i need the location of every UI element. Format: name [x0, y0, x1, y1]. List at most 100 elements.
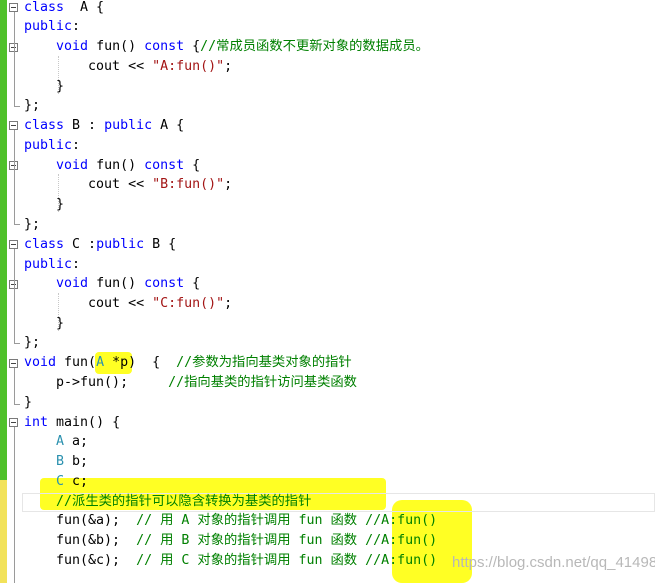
code-line[interactable]: fun(&b); // 用 B 对象的指针调用 fun 函数 //A:fun()	[24, 531, 437, 550]
keyword-token: class	[24, 118, 65, 133]
code-token: fun(&a);	[24, 513, 137, 528]
fold-toggle-class-c[interactable]	[9, 240, 18, 249]
code-token: ;	[224, 59, 233, 74]
code-line[interactable]: B b;	[24, 452, 88, 471]
code-line[interactable]: };	[24, 333, 40, 352]
fold-guide	[14, 130, 15, 224]
code-token: a;	[64, 434, 89, 449]
code-line[interactable]: }	[24, 77, 64, 96]
keyword-token: const	[144, 158, 185, 173]
code-line[interactable]: void fun() const {//常成员函数不更新对象的数据成员。	[24, 37, 429, 56]
code-token: cout <<	[24, 177, 153, 192]
code-line[interactable]: public:	[24, 136, 80, 155]
comment-token: //指向基类的指针访问基类函数	[168, 375, 357, 390]
code-line[interactable]: void fun() const {	[24, 156, 200, 175]
code-token: };	[24, 217, 41, 232]
code-token: :	[72, 257, 81, 272]
code-line[interactable]: fun(&c); // 用 C 对象的指针调用 fun 函数 //A:fun()	[24, 551, 437, 570]
comment-token: // 用 B 对象的指针调用 fun 函数 //A:fun()	[136, 533, 438, 548]
code-line[interactable]: }	[24, 195, 64, 214]
keyword-token: void	[56, 39, 89, 54]
code-line[interactable]: cout << "A:fun()";	[24, 57, 232, 76]
code-line[interactable]: class C :public B {	[24, 235, 176, 254]
code-token: cout <<	[24, 59, 153, 74]
code-token: :	[72, 19, 81, 34]
comment-token: // 用 C 对象的指针调用 fun 函数 //A:fun()	[136, 553, 438, 568]
code-token: fun()	[88, 158, 145, 173]
code-token: };	[24, 98, 41, 113]
code-token: fun()	[88, 276, 145, 291]
keyword-token: public	[96, 237, 145, 252]
code-token: }	[24, 395, 33, 410]
fold-guide-end	[14, 404, 20, 405]
code-line[interactable]: int main() {	[24, 413, 120, 432]
code-line[interactable]: void fun() const {	[24, 274, 200, 293]
code-line[interactable]: };	[24, 215, 40, 234]
code-token: }	[24, 79, 65, 94]
fold-guide	[14, 249, 15, 343]
code-line[interactable]: cout << "C:fun()";	[24, 294, 232, 313]
code-line[interactable]: A a;	[24, 432, 88, 451]
comment-token: //参数为指向基类对象的指针	[176, 355, 352, 370]
keyword-token: int	[24, 415, 49, 430]
code-token: };	[24, 335, 41, 350]
type-token: A	[96, 355, 105, 370]
string-token: "B:fun()"	[152, 177, 225, 192]
fold-guide	[14, 427, 15, 583]
code-line[interactable]: void fun(A *p) { //参数为指向基类对象的指针	[24, 353, 352, 372]
code-token: main() {	[48, 415, 121, 430]
code-token: fun(	[56, 355, 97, 370]
type-token: C	[56, 474, 65, 489]
keyword-token: public	[104, 118, 153, 133]
code-line[interactable]: C c;	[24, 472, 88, 491]
code-token: p->fun();	[24, 375, 169, 390]
code-line[interactable]: }	[24, 314, 64, 333]
type-token: A	[56, 434, 65, 449]
code-token: A {	[152, 118, 185, 133]
code-token: {	[184, 39, 201, 54]
keyword-token: const	[144, 39, 185, 54]
keyword-token: class	[24, 237, 65, 252]
fold-guide	[14, 368, 15, 404]
code-token: fun(&b);	[24, 533, 137, 548]
code-line[interactable]: };	[24, 96, 40, 115]
code-line[interactable]: public:	[24, 255, 80, 274]
code-token: }	[24, 316, 65, 331]
fold-toggle-class-b[interactable]	[9, 121, 18, 130]
code-line[interactable]: fun(&a); // 用 A 对象的指针调用 fun 函数 //A:fun()	[24, 511, 437, 530]
string-token: "C:fun()"	[152, 296, 225, 311]
code-token: C :	[64, 237, 97, 252]
code-token: fun(&c);	[24, 553, 137, 568]
code-line[interactable]: public:	[24, 17, 80, 36]
code-line[interactable]: class A {	[24, 0, 104, 17]
keyword-token: public	[24, 257, 73, 272]
fold-toggle-class-a[interactable]	[9, 3, 18, 12]
code-token: c;	[64, 474, 89, 489]
code-line[interactable]: p->fun(); //指向基类的指针访问基类函数	[24, 373, 357, 392]
code-token: {	[184, 158, 201, 173]
code-token: ;	[224, 296, 233, 311]
code-line[interactable]: cout << "B:fun()";	[24, 175, 232, 194]
code-editor[interactable]: class A { public: void fun() const {//常成…	[0, 0, 655, 583]
comment-token: // 用 A 对象的指针调用 fun 函数 //A:fun()	[136, 513, 438, 528]
fold-guide-end	[14, 224, 20, 225]
code-token: *p) {	[104, 355, 177, 370]
keyword-token: const	[144, 276, 185, 291]
fold-guide-end	[14, 343, 20, 344]
fold-toggle-fun[interactable]	[9, 359, 18, 368]
keyword-token: public	[24, 138, 73, 153]
code-line[interactable]: //派生类的指针可以隐含转换为基类的指针	[24, 492, 311, 511]
code-line[interactable]: }	[24, 393, 32, 412]
code-line[interactable]: class B : public A {	[24, 116, 184, 135]
fold-toggle-main[interactable]	[9, 418, 18, 427]
code-token: ;	[224, 177, 233, 192]
code-token: }	[24, 197, 65, 212]
code-token: b;	[64, 454, 89, 469]
